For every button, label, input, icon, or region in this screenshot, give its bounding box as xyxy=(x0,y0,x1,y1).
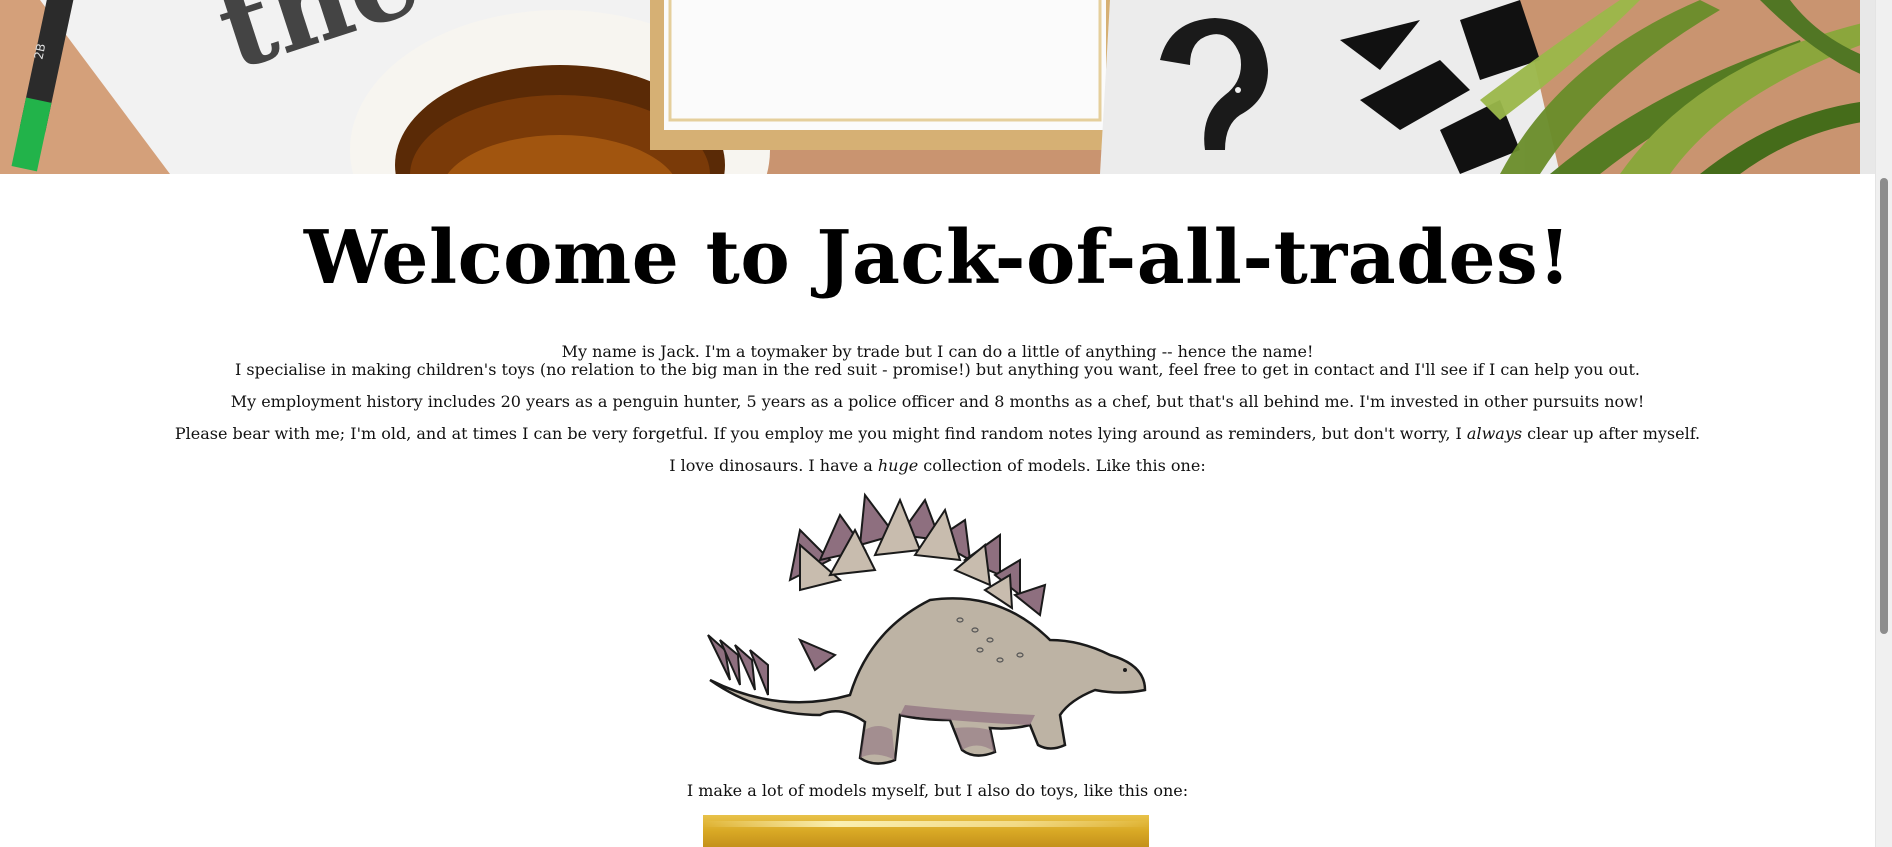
toy-image xyxy=(703,815,1149,847)
forgetful-paragraph: Please bear with me; I'm old, and at tim… xyxy=(0,425,1875,443)
page-title: Welcome to Jack-of-all-trades! xyxy=(303,215,1572,301)
scrollbar-thumb[interactable] xyxy=(1880,178,1888,634)
forgetful-emphasis: always xyxy=(1466,424,1523,443)
forgetful-text-after: clear up after myself. xyxy=(1522,424,1701,443)
dinosaur-text-after: collection of models. Like this one: xyxy=(918,456,1206,475)
models-paragraph: I make a lot of models myself, but I als… xyxy=(686,781,1189,800)
stegosaurus-image xyxy=(700,490,1152,770)
hero-banner-image: the 2B xyxy=(0,0,1875,174)
page-viewport: the 2B Welcome to Jack-of-all-trades! My… xyxy=(0,0,1875,847)
dinosaur-emphasis: huge xyxy=(877,456,919,475)
intro-paragraph: My name is Jack. I'm a toymaker by trade… xyxy=(0,343,1875,379)
dinosaur-text-before: I love dinosaurs. I have a xyxy=(669,456,878,475)
dinosaur-paragraph: I love dinosaurs. I have a huge collecti… xyxy=(0,457,1875,475)
employment-paragraph: My employment history includes 20 years … xyxy=(230,392,1645,411)
intro-content: My name is Jack. I'm a toymaker by trade… xyxy=(0,343,1875,475)
forgetful-text-before: Please bear with me; I'm old, and at tim… xyxy=(174,424,1467,443)
intro-line-1: My name is Jack. I'm a toymaker by trade… xyxy=(561,342,1314,361)
toy-image-highlight xyxy=(703,821,1149,827)
vertical-scrollbar[interactable] xyxy=(1875,0,1892,847)
intro-line-2: I specialise in making children's toys (… xyxy=(235,360,1640,379)
